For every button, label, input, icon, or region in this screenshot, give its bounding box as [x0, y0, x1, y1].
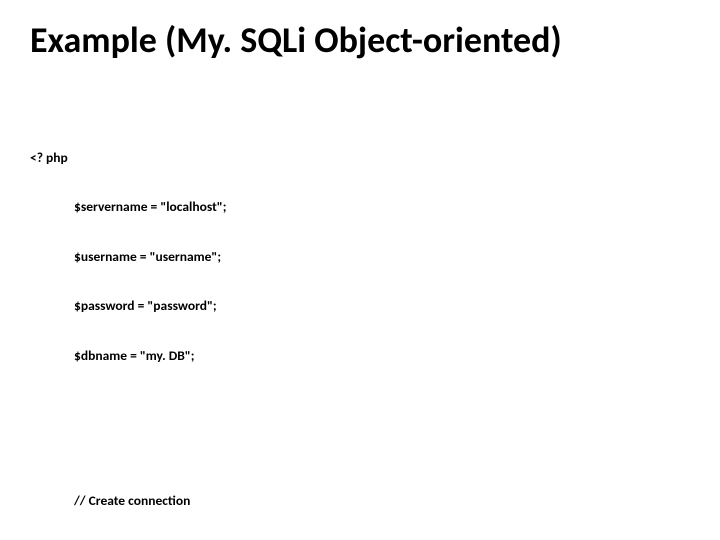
code-line: // Create connection [30, 493, 690, 509]
code-line: $password = "password"; [30, 298, 690, 314]
code-line: $username = "username"; [30, 249, 690, 265]
code-block: <? php $servername = "localhost"; $usern… [30, 84, 690, 540]
code-line: $dbname = "my. DB"; [30, 348, 690, 364]
code-line: $servername = "localhost"; [30, 199, 690, 215]
slide: Example (My. SQLi Object-oriented) <? ph… [0, 0, 720, 540]
code-line: <? php [30, 150, 690, 166]
slide-title: Example (My. SQLi Object-oriented) [30, 18, 690, 62]
